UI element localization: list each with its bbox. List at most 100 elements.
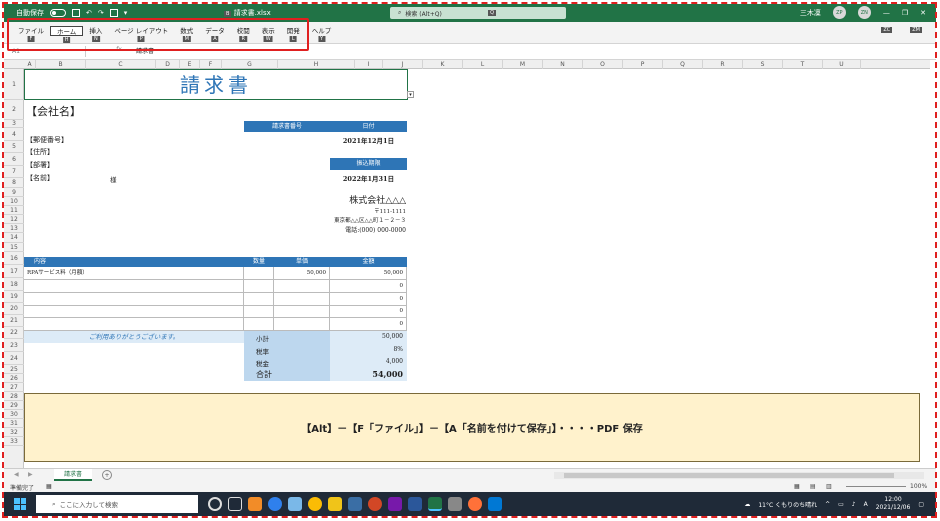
row-header[interactable]: 7 xyxy=(4,166,24,178)
mail-icon[interactable] xyxy=(348,497,362,511)
total-value[interactable]: 54,000 xyxy=(330,369,403,379)
tray-chevron-icon[interactable]: ^ xyxy=(825,501,830,508)
page-layout-view-icon[interactable]: ▤ xyxy=(810,483,816,490)
postal-label[interactable]: 【郵便番号】 xyxy=(26,135,68,145)
column-header[interactable]: G xyxy=(222,60,278,69)
firefox-icon[interactable] xyxy=(468,497,482,511)
item-cell-qty[interactable] xyxy=(244,292,274,306)
taskbar-search[interactable]: ⌕ ここに入力して検索 xyxy=(36,495,198,513)
date-value[interactable]: 2021年12月1日 xyxy=(330,135,407,145)
column-header[interactable]: O xyxy=(583,60,623,69)
row-header[interactable]: 9 xyxy=(4,188,24,197)
row-header[interactable]: 31 xyxy=(4,419,24,428)
item-cell-desc[interactable]: RPAサービス料（月額） xyxy=(24,267,244,280)
minimize-icon[interactable]: — xyxy=(883,9,890,17)
column-header[interactable]: H xyxy=(278,60,355,69)
row-header[interactable]: 30 xyxy=(4,410,24,419)
column-header[interactable]: J xyxy=(383,60,423,69)
ime-indicator[interactable]: A xyxy=(864,501,868,508)
item-cell-amount[interactable]: 0 xyxy=(330,305,407,319)
row-header[interactable]: 10 xyxy=(4,197,24,206)
row-header[interactable]: 21 xyxy=(4,315,24,327)
search-box[interactable]: ⌕ 検索 (Alt+Q) Q xyxy=(390,7,566,19)
word-icon[interactable] xyxy=(408,497,422,511)
item-cell-desc[interactable] xyxy=(24,292,244,306)
normal-view-icon[interactable]: ▦ xyxy=(794,483,800,490)
powerpoint-icon[interactable] xyxy=(368,497,382,511)
close-icon[interactable]: ✕ xyxy=(920,9,926,17)
task-view-icon[interactable] xyxy=(228,497,242,511)
issuer-address[interactable]: 東京都△△区△△町１－２－３ xyxy=(334,216,406,224)
subtotal-label[interactable]: 小計 xyxy=(256,333,269,343)
undo-icon[interactable]: ↶ xyxy=(86,9,92,17)
row-header[interactable]: 1 xyxy=(4,69,24,100)
due-value[interactable]: 2022年1月31日 xyxy=(330,173,407,183)
redo-icon[interactable]: ↷ xyxy=(98,9,104,17)
item-cell-desc[interactable] xyxy=(24,279,244,293)
item-cell-amount[interactable]: 0 xyxy=(330,279,407,293)
item-cell-desc[interactable] xyxy=(24,305,244,319)
paint-app-icon[interactable] xyxy=(248,497,262,511)
row-header[interactable]: 19 xyxy=(4,291,24,303)
taxrate-value[interactable]: 8% xyxy=(330,346,403,353)
column-header[interactable]: C xyxy=(86,60,156,69)
column-header[interactable]: R xyxy=(703,60,743,69)
row-header[interactable]: 22 xyxy=(4,327,24,339)
issuer-tel[interactable]: 電話:(000) 000-0000 xyxy=(345,225,406,234)
weather-icon[interactable]: ☁ xyxy=(744,501,750,508)
row-header[interactable]: 24 xyxy=(4,352,24,365)
column-header[interactable]: M xyxy=(503,60,543,69)
issuer-name[interactable]: 株式会社△△△ xyxy=(349,193,406,206)
edge-icon[interactable] xyxy=(268,497,282,511)
item-cell-qty[interactable] xyxy=(244,267,274,280)
item-cell-qty[interactable] xyxy=(244,305,274,319)
chrome-icon[interactable] xyxy=(308,497,322,511)
row-header[interactable]: 20 xyxy=(4,303,24,315)
accessibility-icon[interactable]: ▦ xyxy=(46,483,52,490)
weather-text[interactable]: 11°C くもりのち晴れ xyxy=(758,500,817,509)
snipping-tool-icon[interactable] xyxy=(448,497,462,511)
tax-value[interactable]: 4,000 xyxy=(330,358,403,365)
tab-9[interactable]: ヘルプ Y xyxy=(306,26,338,42)
row-header[interactable]: 18 xyxy=(4,278,24,291)
column-header[interactable]: L xyxy=(463,60,503,69)
taxrate-label[interactable]: 税率 xyxy=(256,346,269,356)
row-header[interactable]: 13 xyxy=(4,224,24,233)
row-header[interactable]: 32 xyxy=(4,428,24,437)
row-header[interactable]: 14 xyxy=(4,233,24,243)
row-header[interactable]: 5 xyxy=(4,141,24,153)
row-header[interactable]: 4 xyxy=(4,128,24,141)
row-header[interactable]: 16 xyxy=(4,252,24,265)
row-header[interactable]: 3 xyxy=(4,120,24,128)
row-header[interactable]: 6 xyxy=(4,153,24,166)
autosave-toggle[interactable] xyxy=(50,9,66,17)
add-sheet-button[interactable]: + xyxy=(102,470,112,480)
item-cell-price[interactable] xyxy=(274,305,330,319)
worksheet[interactable]: 請求書 ▾ 【会社名】 請求書番号 日付 2021年12月1日 【郵便番号】 【… xyxy=(24,69,930,468)
save-icon[interactable] xyxy=(72,9,80,17)
next-sheet-icon[interactable]: ▶ xyxy=(28,471,33,478)
column-header[interactable]: P xyxy=(623,60,663,69)
row-header[interactable]: 17 xyxy=(4,265,24,278)
column-header[interactable]: S xyxy=(743,60,783,69)
row-header[interactable]: 23 xyxy=(4,339,24,352)
address-label[interactable]: 【住所】 xyxy=(26,147,54,157)
zoom-slider[interactable] xyxy=(846,486,906,487)
scrollbar-thumb[interactable] xyxy=(564,473,894,478)
name-label[interactable]: 【名前】 xyxy=(26,173,54,183)
network-icon[interactable]: ▭ xyxy=(838,501,844,508)
maximize-icon[interactable]: ❐ xyxy=(902,9,908,17)
item-cell-qty[interactable] xyxy=(244,279,274,293)
honorific[interactable]: 様 xyxy=(110,174,117,184)
zoom-level[interactable]: 100% xyxy=(910,483,927,490)
share-button[interactable]: ZM xyxy=(910,26,922,33)
row-header[interactable]: 27 xyxy=(4,383,24,392)
avatar[interactable]: ZP xyxy=(832,6,846,19)
item-cell-qty[interactable] xyxy=(244,318,274,332)
column-header[interactable]: K xyxy=(423,60,463,69)
column-header[interactable]: A xyxy=(24,60,36,69)
column-header[interactable]: E xyxy=(180,60,200,69)
column-header[interactable]: Q xyxy=(663,60,703,69)
dept-label[interactable]: 【部署】 xyxy=(26,160,54,170)
row-header[interactable]: 11 xyxy=(4,206,24,215)
